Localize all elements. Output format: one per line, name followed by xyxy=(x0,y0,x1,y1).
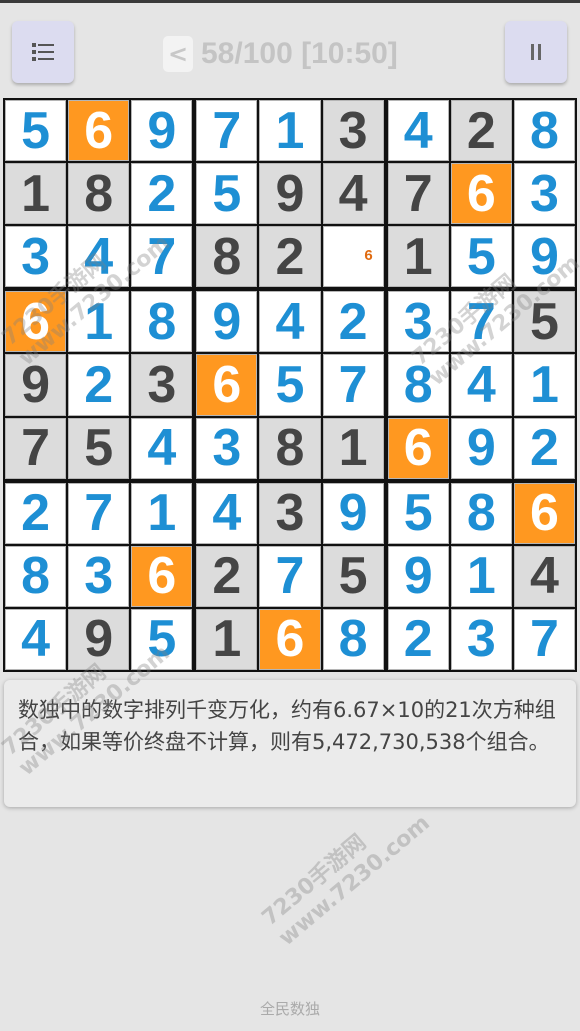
info-text: 数独中的数字排列千变万化，约有6.67×10的21次方种组合，如果等价终盘不计算… xyxy=(18,698,556,754)
cell-r4c7[interactable]: 3 xyxy=(387,291,449,353)
cell-r2c6[interactable]: 4 xyxy=(322,163,384,225)
cell-r6c1[interactable]: 7 xyxy=(5,417,67,479)
cell-r5c8[interactable]: 4 xyxy=(450,354,512,416)
cell-r8c5[interactable]: 7 xyxy=(259,545,321,607)
cell-r3c5[interactable]: 2 xyxy=(259,226,321,288)
progress-timer: 58/100 [10:50] xyxy=(201,37,398,70)
cell-r6c3[interactable]: 4 xyxy=(131,417,193,479)
cell-r9c8[interactable]: 3 xyxy=(450,608,512,670)
cell-r1c4[interactable]: 7 xyxy=(196,100,258,162)
cell-r9c7[interactable]: 2 xyxy=(387,608,449,670)
pause-icon xyxy=(531,44,541,60)
app-name-footer: 全民数独 xyxy=(259,1000,320,1018)
menu-icon xyxy=(32,43,54,61)
header: < 58/100 [10:50] xyxy=(0,3,580,97)
cell-r3c9[interactable]: 9 xyxy=(513,226,575,288)
cell-r9c1[interactable]: 4 xyxy=(5,608,67,670)
cell-r5c3[interactable]: 3 xyxy=(131,354,193,416)
cell-r4c1[interactable]: 6 xyxy=(5,291,67,353)
progress-header: < 58/100 [10:50] xyxy=(163,34,398,74)
cell-r4c9[interactable]: 5 xyxy=(513,291,575,353)
cell-r6c7[interactable]: 6 xyxy=(387,417,449,479)
cell-r8c3[interactable]: 6 xyxy=(131,545,193,607)
cell-r3c3[interactable]: 7 xyxy=(131,226,193,288)
cell-r2c5[interactable]: 9 xyxy=(259,163,321,225)
cell-r6c8[interactable]: 9 xyxy=(450,417,512,479)
cell-r7c9[interactable]: 6 xyxy=(513,482,575,544)
cell-r5c5[interactable]: 5 xyxy=(259,354,321,416)
cell-r3c2[interactable]: 4 xyxy=(68,226,130,288)
cell-r2c9[interactable]: 3 xyxy=(513,163,575,225)
cell-r6c2[interactable]: 5 xyxy=(68,417,130,479)
cell-r6c6[interactable]: 1 xyxy=(322,417,384,479)
cell-r7c5[interactable]: 3 xyxy=(259,482,321,544)
cell-r3c6[interactable]: 6 xyxy=(322,226,384,288)
cell-r4c6[interactable]: 2 xyxy=(322,291,384,353)
cell-r2c2[interactable]: 8 xyxy=(68,163,130,225)
cell-r8c2[interactable]: 3 xyxy=(68,545,130,607)
back-button[interactable]: < xyxy=(163,36,193,72)
cell-r7c7[interactable]: 5 xyxy=(387,482,449,544)
cell-r7c8[interactable]: 8 xyxy=(450,482,512,544)
cell-r1c2[interactable]: 6 xyxy=(68,100,130,162)
cell-r3c1[interactable]: 3 xyxy=(5,226,67,288)
cell-r5c7[interactable]: 8 xyxy=(387,354,449,416)
cell-r6c9[interactable]: 2 xyxy=(513,417,575,479)
cell-r7c1[interactable]: 2 xyxy=(5,482,67,544)
cell-r8c9[interactable]: 4 xyxy=(513,545,575,607)
cell-r6c4[interactable]: 3 xyxy=(196,417,258,479)
cell-r8c4[interactable]: 2 xyxy=(196,545,258,607)
cell-r5c4[interactable]: 6 xyxy=(196,354,258,416)
cell-r4c3[interactable]: 8 xyxy=(131,291,193,353)
cell-r9c9[interactable]: 7 xyxy=(513,608,575,670)
cell-r1c6[interactable]: 3 xyxy=(322,100,384,162)
cell-r3c4[interactable]: 8 xyxy=(196,226,258,288)
cell-r1c1[interactable]: 5 xyxy=(5,100,67,162)
cell-r4c5[interactable]: 4 xyxy=(259,291,321,353)
cell-r7c2[interactable]: 7 xyxy=(68,482,130,544)
cell-r9c3[interactable]: 5 xyxy=(131,608,193,670)
cell-r1c8[interactable]: 2 xyxy=(450,100,512,162)
pencil-note: 6 xyxy=(364,247,373,265)
cell-r9c5[interactable]: 6 xyxy=(259,608,321,670)
cell-r4c2[interactable]: 1 xyxy=(68,291,130,353)
cell-r5c9[interactable]: 1 xyxy=(513,354,575,416)
cell-r6c5[interactable]: 8 xyxy=(259,417,321,479)
cell-r2c4[interactable]: 5 xyxy=(196,163,258,225)
menu-button[interactable] xyxy=(12,21,74,83)
cell-r1c3[interactable]: 9 xyxy=(131,100,193,162)
info-card: 数独中的数字排列千变万化，约有6.67×10的21次方种组合，如果等价终盘不计算… xyxy=(4,680,576,807)
pause-button[interactable] xyxy=(505,21,567,83)
cell-r1c5[interactable]: 1 xyxy=(259,100,321,162)
cell-r5c1[interactable]: 9 xyxy=(5,354,67,416)
cell-r7c4[interactable]: 4 xyxy=(196,482,258,544)
cell-r1c9[interactable]: 8 xyxy=(513,100,575,162)
cell-r8c8[interactable]: 1 xyxy=(450,545,512,607)
cell-r2c8[interactable]: 6 xyxy=(450,163,512,225)
cell-r9c6[interactable]: 8 xyxy=(322,608,384,670)
cell-r2c1[interactable]: 1 xyxy=(5,163,67,225)
cell-r7c6[interactable]: 9 xyxy=(322,482,384,544)
cell-r2c7[interactable]: 7 xyxy=(387,163,449,225)
cell-r3c7[interactable]: 1 xyxy=(387,226,449,288)
cell-r5c6[interactable]: 7 xyxy=(322,354,384,416)
cell-r8c1[interactable]: 8 xyxy=(5,545,67,607)
cell-r4c4[interactable]: 9 xyxy=(196,291,258,353)
cell-r9c2[interactable]: 9 xyxy=(68,608,130,670)
cell-r1c7[interactable]: 4 xyxy=(387,100,449,162)
cell-r8c6[interactable]: 5 xyxy=(322,545,384,607)
cell-r9c4[interactable]: 1 xyxy=(196,608,258,670)
cell-r4c8[interactable]: 7 xyxy=(450,291,512,353)
watermark: 7230手游网 www.7230.com xyxy=(257,810,435,951)
cell-r5c2[interactable]: 2 xyxy=(68,354,130,416)
cell-r7c3[interactable]: 1 xyxy=(131,482,193,544)
cell-r3c8[interactable]: 5 xyxy=(450,226,512,288)
cell-r2c3[interactable]: 2 xyxy=(131,163,193,225)
sudoku-board: 5697134281825947633478261596189423759236… xyxy=(3,98,577,672)
cell-r8c7[interactable]: 9 xyxy=(387,545,449,607)
